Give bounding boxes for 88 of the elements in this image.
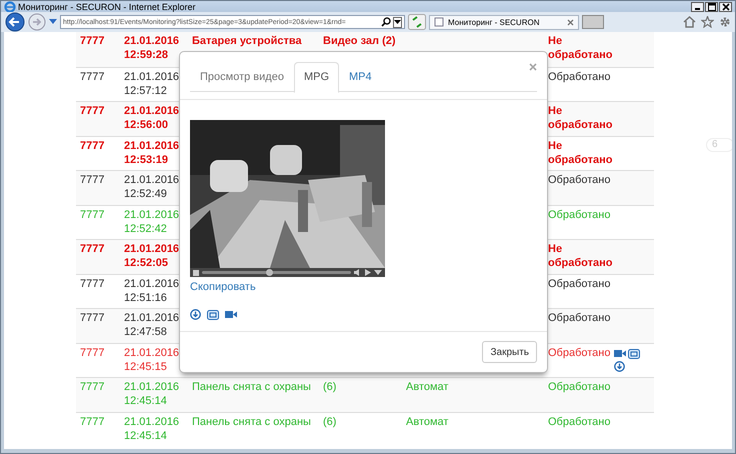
event-status: Обработано [548, 70, 610, 84]
event-time: 12:53:19 [124, 152, 168, 166]
minimize-icon [695, 8, 700, 10]
back-button[interactable] [5, 12, 25, 32]
event-time: 12:56:00 [124, 118, 168, 132]
event-status: Обработано [548, 380, 610, 394]
event-time: 12:59:28 [124, 48, 168, 62]
maximize-icon [708, 2, 716, 10]
close-icon [722, 2, 730, 10]
event-name: Панель снята с охраны [192, 380, 311, 394]
event-user: Автомат [406, 380, 448, 394]
page-icon [434, 17, 444, 27]
event-time: 12:51:16 [124, 290, 167, 304]
event-date: 21.01.2016 [124, 276, 180, 290]
event-code: 7777 [80, 138, 104, 152]
dropdown-arrow-icon[interactable] [394, 20, 401, 24]
event-date: 21.01.2016 [124, 173, 180, 187]
close-icon[interactable] [567, 18, 574, 26]
event-time: 12:47:58 [124, 325, 167, 339]
event-code: 7777 [80, 276, 104, 290]
event-time: 12:45:14 [124, 394, 167, 408]
event-user: Автомат [406, 414, 448, 428]
event-status: Не обработано [548, 138, 612, 166]
event-name: Батарея устройства [192, 34, 302, 48]
event-code: 7777 [80, 346, 104, 360]
event-status: Не обработано [548, 34, 612, 62]
event-status: Обработано [548, 414, 610, 428]
event-zone: Видео зал (2) [323, 34, 396, 48]
browser-logo-icon [4, 1, 16, 12]
event-code: 7777 [80, 104, 104, 118]
event-date: 21.01.2016 [124, 414, 180, 428]
download-icon[interactable] [190, 309, 201, 320]
close-button[interactable]: Закрыть [482, 341, 537, 363]
settings-icon[interactable] [719, 16, 731, 28]
event-time: 12:52:49 [124, 187, 167, 201]
event-status: Обработано [548, 208, 610, 222]
event-date: 21.01.2016 [124, 138, 180, 152]
minimize-button[interactable] [691, 2, 704, 12]
favorites-star-icon[interactable] [701, 16, 714, 28]
refresh-icon[interactable] [408, 14, 426, 30]
event-status: Обработано [548, 346, 610, 360]
copy-link[interactable]: Скопировать [190, 281, 256, 293]
event-date: 21.01.2016 [124, 34, 180, 48]
search-icon [381, 17, 391, 27]
event-time: 12:57:12 [124, 84, 167, 98]
home-icon[interactable] [683, 16, 696, 28]
event-code: 7777 [80, 380, 104, 394]
format-tab[interactable]: MP4 [339, 62, 382, 91]
event-date: 21.01.2016 [124, 311, 180, 325]
event-status: Не обработано [548, 242, 612, 270]
browser-tab[interactable]: Мониторинг - SECURON [429, 14, 579, 30]
close-button[interactable] [719, 2, 732, 12]
event-code: 7777 [80, 242, 104, 256]
maximize-button[interactable] [705, 2, 718, 12]
event-zone: (6) [323, 380, 336, 394]
video-camera-icon[interactable] [614, 348, 626, 358]
event-name: Панель снята с охраны [192, 414, 311, 428]
event-code: 7777 [80, 173, 104, 187]
event-time: 12:45:15 [124, 360, 167, 374]
event-status: Обработано [548, 173, 610, 187]
sd-card-icon[interactable] [207, 310, 219, 320]
event-date: 21.01.2016 [124, 208, 180, 222]
event-zone: (6) [323, 414, 336, 428]
seek-slider[interactable] [202, 271, 351, 274]
seek-thumb[interactable] [266, 269, 274, 276]
event-date: 21.01.2016 [124, 346, 180, 360]
event-code: 7777 [80, 414, 104, 428]
format-tab[interactable]: MPG [294, 62, 339, 93]
event-date: 21.01.2016 [124, 380, 180, 394]
event-time: 12:45:14 [124, 428, 167, 442]
download-icon[interactable] [614, 360, 625, 372]
caret-icon[interactable] [374, 270, 382, 275]
event-time: 12:52:05 [124, 256, 168, 270]
stop-icon[interactable] [193, 270, 199, 276]
event-status: Обработано [548, 311, 610, 325]
event-date: 21.01.2016 [124, 70, 180, 84]
event-code: 7777 [80, 311, 104, 325]
event-time: 12:52:42 [124, 222, 167, 236]
event-date: 21.01.2016 [124, 242, 180, 256]
sd-card-icon[interactable] [628, 348, 640, 358]
window-title: Мониторинг - SECURON - Internet Explorer [18, 2, 196, 12]
event-code: 7777 [80, 208, 104, 222]
video-camera-icon[interactable] [225, 310, 237, 319]
event-date: 21.01.2016 [124, 104, 180, 118]
event-code: 7777 [80, 70, 104, 84]
event-status: Обработано [548, 276, 610, 290]
event-code: 7777 [80, 34, 104, 48]
event-status: Не обработано [548, 104, 612, 132]
